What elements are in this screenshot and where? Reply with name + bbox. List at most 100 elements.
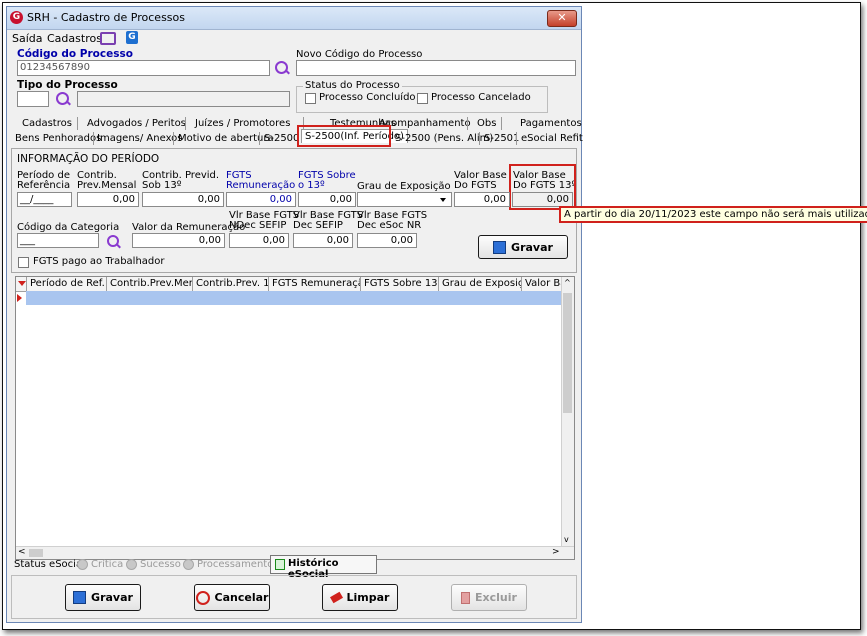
g-app-icon[interactable]: G bbox=[126, 31, 138, 44]
tab-separator bbox=[516, 132, 517, 145]
fgts-13-label: FGTS Sobre o 13º bbox=[298, 170, 356, 191]
scroll-down-icon[interactable]: v bbox=[564, 535, 569, 544]
sort-down-icon bbox=[18, 281, 26, 286]
new-code-label: Novo Código do Processo bbox=[296, 49, 423, 60]
new-code-field[interactable] bbox=[296, 60, 576, 76]
grid-col-fgts-rem[interactable]: FGTS Remuneração bbox=[268, 277, 360, 291]
grid-col-contrib-13[interactable]: Contrib.Prev. 13º bbox=[192, 277, 268, 291]
table-row[interactable] bbox=[26, 291, 563, 305]
processamento-radio bbox=[183, 559, 194, 570]
window-title: SRH - Cadastro de Processos bbox=[27, 11, 185, 24]
valor-rem-field[interactable]: 0,00 bbox=[132, 233, 225, 248]
sucesso-radio bbox=[126, 559, 137, 570]
cancelled-checkbox[interactable] bbox=[417, 93, 428, 104]
sucesso-label: Sucesso bbox=[140, 559, 181, 570]
periodo-ref-label: Período de Referência bbox=[17, 170, 71, 191]
tab-separator bbox=[479, 132, 480, 145]
section-save-button[interactable]: Gravar bbox=[478, 235, 568, 259]
vertical-scrollbar[interactable]: ^ v bbox=[561, 277, 574, 547]
trash-icon bbox=[461, 591, 471, 604]
horizontal-scroll-thumb[interactable] bbox=[29, 549, 43, 557]
vlr-dec-field[interactable]: 0,00 bbox=[293, 233, 353, 248]
grid-col-periodo[interactable]: Período de Ref. bbox=[26, 277, 106, 291]
app-logo-icon: G bbox=[10, 11, 23, 24]
save-button[interactable]: Gravar bbox=[65, 584, 141, 611]
grid-header: Período de Ref. Contrib.Prev.Mensal Cont… bbox=[16, 277, 574, 292]
processamento-label: Processamento bbox=[197, 559, 274, 570]
process-window: G SRH - Cadastro de Processos ✕ Saída Ca… bbox=[6, 6, 583, 623]
tab-bens-penhorados[interactable]: Bens Penhorados bbox=[15, 133, 101, 144]
contrib-13-label: Contrib. Previd. Sob 13º bbox=[142, 170, 220, 191]
section-title: INFORMAÇÃO DO PERÍODO bbox=[17, 153, 160, 165]
periodo-ref-field[interactable]: __/____ bbox=[17, 192, 72, 207]
fgts-13-field[interactable]: 0,00 bbox=[298, 192, 356, 207]
fgts-pago-checkbox[interactable] bbox=[18, 257, 29, 268]
vlr-ndec-label: Vlr Base FGTS NDec SEFIP bbox=[229, 210, 300, 231]
period-grid: Período de Ref. Contrib.Prev.Mensal Cont… bbox=[15, 276, 575, 560]
critica-radio bbox=[77, 559, 88, 570]
concluded-checkbox[interactable] bbox=[305, 93, 316, 104]
vertical-scroll-thumb[interactable] bbox=[563, 293, 572, 413]
tab-s2500[interactable]: S-2500 bbox=[264, 133, 299, 144]
grau-exp-label: Grau de Exposição bbox=[357, 181, 451, 192]
chevron-down-icon[interactable] bbox=[440, 198, 446, 202]
menu-cadastros[interactable]: Cadastros bbox=[47, 32, 102, 45]
scroll-right-icon[interactable]: > bbox=[552, 547, 560, 557]
menu-bar: Saída Cadastros G bbox=[7, 29, 581, 47]
tab-advogados[interactable]: Advogados / Peritos bbox=[87, 118, 186, 129]
contrib-prev-field[interactable]: 0,00 bbox=[77, 192, 139, 207]
close-button[interactable]: ✕ bbox=[547, 10, 577, 27]
tab-separator bbox=[93, 132, 94, 145]
cancel-icon bbox=[195, 590, 210, 605]
tab-separator bbox=[173, 132, 174, 145]
vlr-nr-label: Vlr Base FGTS Dec eSoc NR bbox=[357, 210, 428, 231]
process-code-label: Código do Processo bbox=[17, 48, 133, 60]
scroll-up-icon[interactable]: ^ bbox=[564, 278, 571, 287]
menu-saida[interactable]: Saída bbox=[12, 32, 43, 45]
vb-fgts-field[interactable]: 0,00 bbox=[454, 192, 510, 207]
concluded-label: Processo Concluído bbox=[319, 92, 416, 103]
cod-categoria-label: Código da Categoria bbox=[17, 222, 120, 233]
tab-separator bbox=[467, 117, 468, 130]
vlr-dec-label: Vlr Base FGTS Dec SEFIP bbox=[293, 210, 364, 231]
delete-button[interactable]: Excluir bbox=[451, 584, 527, 611]
tab-separator bbox=[259, 132, 260, 145]
tab-s2501[interactable]: S-2501 bbox=[484, 133, 519, 144]
title-bar: G SRH - Cadastro de Processos ✕ bbox=[7, 7, 581, 30]
tab-separator bbox=[185, 117, 186, 130]
tab-acompanhamento[interactable]: Acompanhamento bbox=[379, 118, 471, 129]
contrib-13-field[interactable]: 0,00 bbox=[142, 192, 224, 207]
tab-cadastros[interactable]: Cadastros bbox=[22, 118, 72, 129]
grid-col-contrib-prev[interactable]: Contrib.Prev.Mensal bbox=[106, 277, 192, 291]
clear-button[interactable]: Limpar bbox=[322, 584, 398, 611]
grid-col-valor-base[interactable]: Valor Base bbox=[521, 277, 563, 291]
type-search-icon-handle bbox=[66, 100, 71, 106]
row-pointer-icon bbox=[17, 294, 22, 302]
vlr-nr-field[interactable]: 0,00 bbox=[357, 233, 417, 248]
status-group-title: Status do Processo bbox=[303, 80, 402, 91]
grid-col-grau-exp[interactable]: Grau de Exposição bbox=[438, 277, 521, 291]
tab-pagamentos[interactable]: Pagamentos bbox=[520, 118, 582, 129]
active-tab-highlight bbox=[297, 125, 391, 147]
cancel-button[interactable]: Cancelar bbox=[194, 584, 270, 611]
process-code-field[interactable]: 01234567890 bbox=[17, 60, 270, 76]
tab-imagens-anexos[interactable]: Imagens/ Anexos bbox=[97, 133, 183, 144]
grid-col-fgts-13[interactable]: FGTS Sobre 13º bbox=[360, 277, 438, 291]
fgts-rem-field[interactable]: 0,00 bbox=[226, 192, 296, 207]
fgts-rem-label: FGTS Remuneração bbox=[226, 170, 296, 191]
process-type-field[interactable] bbox=[17, 91, 49, 107]
tab-obs[interactable]: Obs bbox=[477, 118, 496, 129]
fgts-pago-label: FGTS pago ao Trabalhador bbox=[33, 256, 165, 267]
search-icon-handle bbox=[285, 69, 290, 75]
process-type-label: Tipo do Processo bbox=[17, 79, 118, 91]
grau-exp-select[interactable] bbox=[357, 192, 452, 207]
chat-icon[interactable] bbox=[100, 32, 116, 45]
floppy-disk-icon bbox=[73, 591, 87, 604]
historico-esocial-button[interactable]: Histórico eSocial bbox=[270, 555, 377, 580]
tab-juizes[interactable]: Juízes / Promotores bbox=[195, 118, 290, 129]
vlr-ndec-field[interactable]: 0,00 bbox=[229, 233, 289, 248]
tab-separator bbox=[501, 117, 502, 130]
cod-categoria-field[interactable]: ___ bbox=[17, 233, 99, 248]
tab-esocial-refit[interactable]: eSocial Refit bbox=[521, 133, 583, 144]
scroll-left-icon[interactable]: < bbox=[18, 547, 26, 557]
